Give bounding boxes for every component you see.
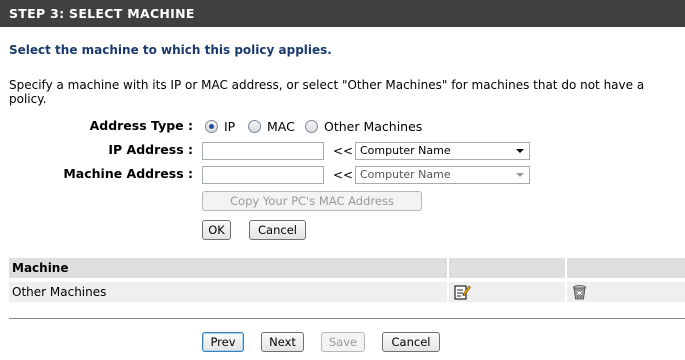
radio-ip[interactable]: IP — [205, 119, 235, 134]
table-row: Other Machines — [9, 282, 685, 302]
radio-other-machines[interactable]: Other Machines — [305, 119, 422, 134]
section-divider — [9, 318, 685, 319]
ip-computer-name-select[interactable]: Computer Name — [355, 142, 530, 160]
prev-button[interactable]: Prev — [202, 332, 244, 352]
radio-ip-button[interactable] — [205, 120, 218, 133]
ip-address-label: IP Address : — [108, 142, 193, 157]
mac-copy-arrows: << — [333, 168, 354, 182]
copy-mac-address-button[interactable]: Copy Your PC's MAC Address — [202, 191, 422, 211]
delete-cell — [567, 282, 685, 302]
machine-address-input[interactable] — [202, 166, 324, 184]
ip-copy-arrows: << — [333, 144, 354, 158]
mac-select-value: Computer Name — [360, 168, 451, 181]
machine-name: Other Machines — [12, 285, 107, 299]
chevron-down-icon — [516, 149, 524, 153]
radio-other-machines-label: Other Machines — [324, 119, 423, 134]
next-button[interactable]: Next — [261, 332, 304, 352]
ip-address-input[interactable] — [202, 142, 324, 160]
radio-ip-label: IP — [224, 119, 236, 134]
mac-computer-name-select[interactable]: Computer Name — [355, 166, 530, 184]
save-button[interactable]: Save — [321, 332, 365, 352]
chevron-down-icon — [516, 173, 524, 177]
machine-column-header-label: Machine — [12, 261, 69, 275]
edit-cell — [449, 282, 565, 302]
section-subtitle: Select the machine to which this policy … — [9, 43, 332, 57]
radio-mac[interactable]: MAC — [248, 119, 295, 134]
step-header: STEP 3: SELECT MACHINE — [0, 0, 685, 27]
ok-button[interactable]: OK — [202, 220, 231, 240]
machine-cell: Other Machines — [9, 282, 447, 302]
edit-icon[interactable] — [454, 284, 471, 300]
radio-other-machines-button[interactable] — [305, 120, 318, 133]
trash-icon[interactable] — [572, 284, 587, 300]
instructions-text: Specify a machine with its IP or MAC add… — [9, 78, 645, 106]
machine-table-header: Machine — [9, 258, 685, 278]
machine-address-label: Machine Address : — [63, 166, 193, 181]
ip-select-value: Computer Name — [360, 144, 451, 157]
delete-column-header — [567, 258, 685, 278]
radio-mac-label: MAC — [267, 119, 295, 134]
address-type-label: Address Type : — [89, 118, 193, 133]
cancel-form-button[interactable]: Cancel — [249, 220, 306, 240]
edit-column-header — [449, 258, 565, 278]
radio-mac-button[interactable] — [248, 120, 261, 133]
cancel-button[interactable]: Cancel — [382, 332, 440, 352]
machine-column-header: Machine — [9, 258, 447, 278]
